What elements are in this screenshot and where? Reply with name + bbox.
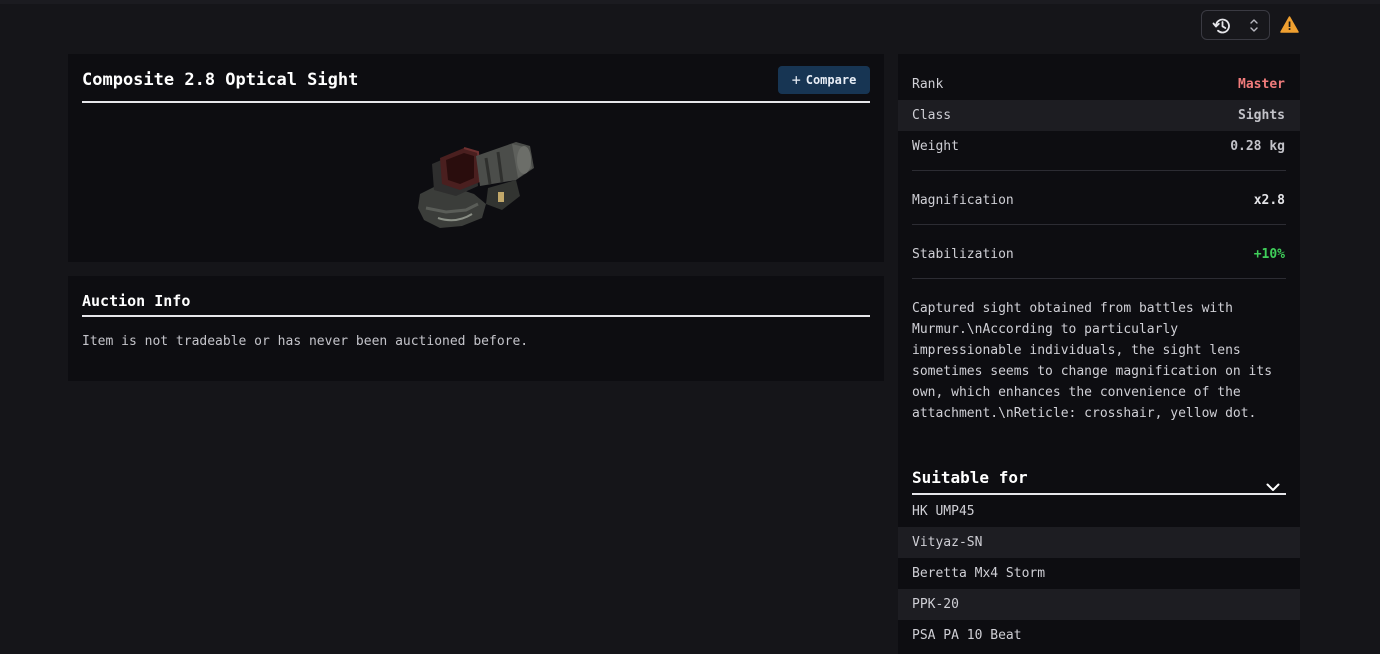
chevron-up-down-icon (1249, 18, 1259, 37)
warning-icon[interactable] (1280, 16, 1299, 37)
history-selector[interactable] (1201, 10, 1270, 40)
auction-text: Item is not tradeable or has never been … (82, 334, 529, 349)
stat-row-rank: Rank Master (898, 69, 1300, 100)
plus-icon: + (791, 71, 801, 89)
stat-label: Weight (912, 139, 959, 154)
stats-card: Rank Master Class Sights Weight 0.28 kg … (898, 54, 1300, 654)
item-description: Captured sight obtained from battles wit… (912, 301, 1280, 421)
item-title: Composite 2.8 Optical Sight (82, 68, 870, 103)
stat-row-stabilization: Stabilization +10% (898, 239, 1300, 270)
compare-button[interactable]: + Compare (778, 66, 870, 94)
list-item[interactable]: Beretta Mx4 Storm (898, 558, 1300, 589)
weapon-name: Vityaz-SN (912, 535, 983, 550)
stat-value: Master (1238, 77, 1285, 92)
stat-value: 0.28 kg (1230, 139, 1285, 154)
history-icon (1212, 17, 1232, 39)
stat-label: Stabilization (912, 247, 1014, 262)
suitable-for-header[interactable]: Suitable for (912, 463, 1286, 495)
stat-row-magnification: Magnification x2.8 (898, 185, 1300, 216)
stat-label: Magnification (912, 193, 1014, 208)
weapon-name: PSA PA 10 Beat (912, 628, 1022, 643)
weapon-name: PPK-20 (912, 597, 959, 612)
top-bar (0, 0, 1380, 4)
list-item[interactable]: PPK-20 (898, 589, 1300, 620)
divider (912, 278, 1286, 279)
divider (912, 170, 1286, 171)
stat-label: Class (912, 108, 952, 123)
divider (912, 224, 1286, 225)
stat-value: Sights (1238, 108, 1285, 123)
item-card: Composite 2.8 Optical Sight + Compare (68, 54, 884, 262)
weapon-name: HK UMP45 (912, 504, 975, 519)
stat-row-weight: Weight 0.28 kg (898, 131, 1300, 162)
list-item[interactable]: HK UMP45 (898, 496, 1300, 527)
stat-value: x2.8 (1253, 193, 1285, 208)
suitable-for-title: Suitable for (912, 468, 1028, 487)
list-item[interactable]: Vityaz-SN (898, 527, 1300, 558)
item-image (416, 138, 536, 234)
stat-row-class: Class Sights (898, 100, 1300, 131)
auction-title: Auction Info (82, 291, 870, 317)
auction-card: Auction Info Item is not tradeable or ha… (68, 276, 884, 381)
stat-label: Rank (912, 77, 944, 92)
stat-value: +10% (1253, 247, 1285, 262)
list-item[interactable]: PSA PA 10 Beat (898, 620, 1300, 651)
weapon-name: Beretta Mx4 Storm (912, 566, 1046, 581)
compare-label: Compare (805, 73, 857, 87)
